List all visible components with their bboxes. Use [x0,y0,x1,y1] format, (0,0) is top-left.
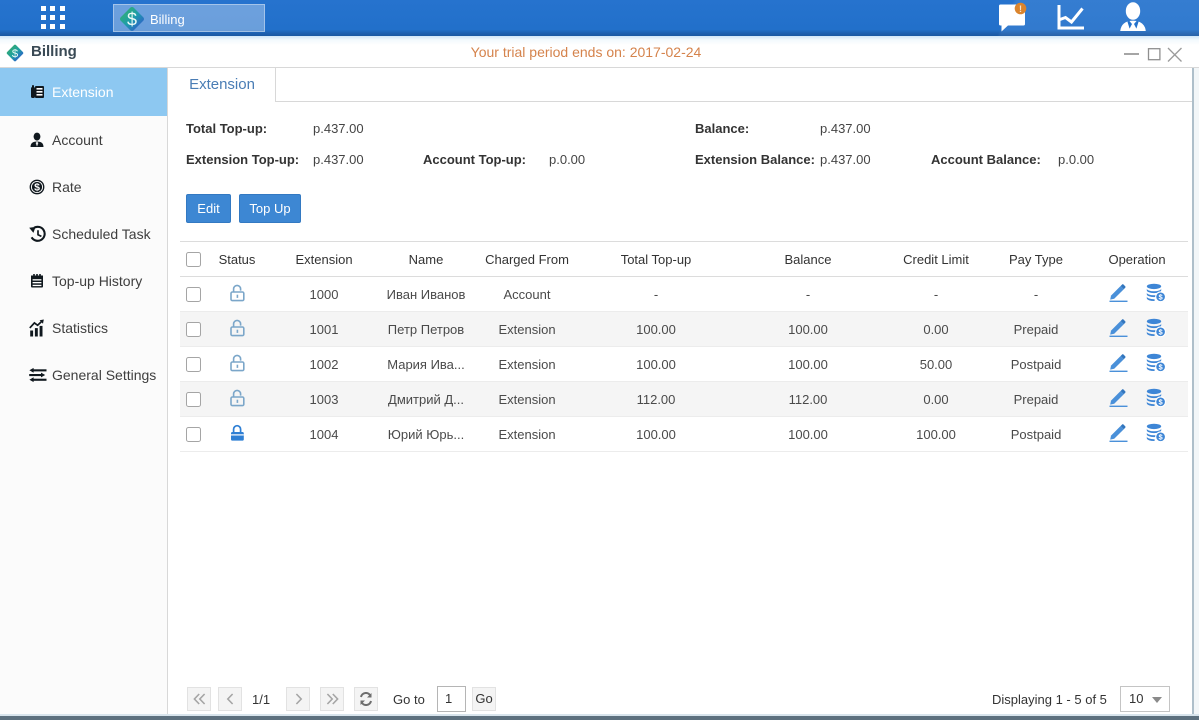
svg-text:!: ! [1019,4,1022,14]
svg-text:$: $ [127,9,137,29]
svg-text:$: $ [34,181,40,193]
